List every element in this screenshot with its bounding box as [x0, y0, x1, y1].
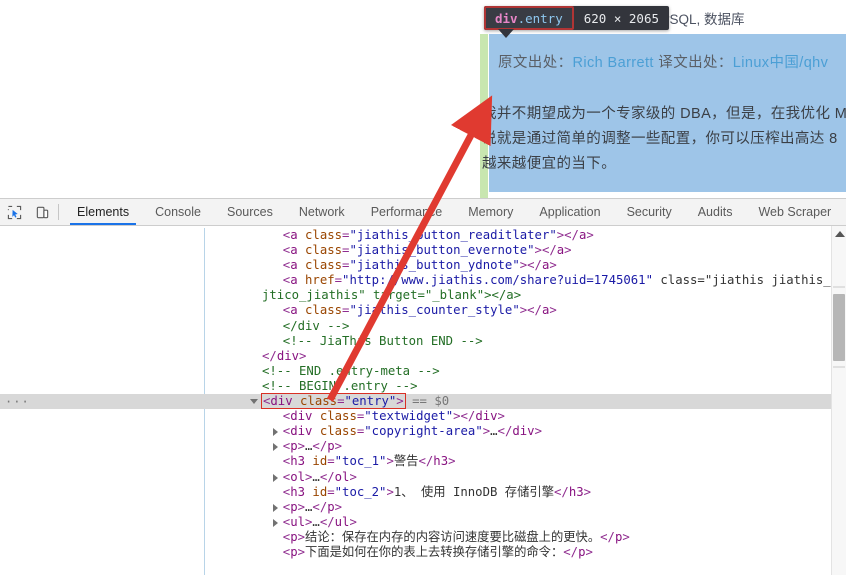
- devtools-panel: Elements Console Sources Network Performance…: [0, 198, 846, 575]
- expand-triangle-icon[interactable]: [272, 443, 278, 452]
- dom-node-row[interactable]: <div class="textwidget"></div>: [0, 409, 846, 424]
- meta-source-label: 原文出处：: [498, 55, 573, 71]
- dom-node-markup: <p>…</p>: [282, 499, 343, 514]
- device-toolbar-icon: [36, 206, 48, 218]
- dom-node-row[interactable]: <h3 id="toc_1">警告</h3>: [0, 454, 846, 469]
- dom-node-markup: <a class="jiathis_button_readitlater"></…: [282, 228, 594, 242]
- dom-node-row[interactable]: <p>…</p>: [0, 500, 846, 515]
- dom-node-row[interactable]: <p>结论：保存在内存的内容访问速度要比磁盘上的更快。</p>: [0, 530, 846, 545]
- article-body-line-1: 我并不期望成为一个专家级的 DBA，但是，在我优化 M: [482, 106, 846, 122]
- meta-translator-link[interactable]: Linux中国/qhv: [733, 55, 828, 71]
- dom-node-markup: <p>…</p>: [282, 439, 343, 454]
- dom-node-row[interactable]: <div class="copyright-area">…</div>: [0, 424, 846, 439]
- expand-triangle-icon[interactable]: [272, 473, 278, 482]
- dom-node-markup: <div class="textwidget"></div>: [282, 409, 505, 424]
- dom-node-markup: <h3 id="toc_2">1、 使用 InnoDB 存储引擎</h3>: [282, 484, 592, 499]
- collapse-triangle-icon[interactable]: [250, 399, 258, 405]
- tab-elements[interactable]: Elements: [64, 199, 142, 225]
- dom-node-row[interactable]: <!-- JiaThis Button END -->: [0, 334, 846, 349]
- dom-node-selected[interactable]: <div class="entry"> == $0 ···: [0, 393, 846, 410]
- dom-node-markup: <p>结论：保存在内存的内容访问速度要比磁盘上的更快。</p>: [282, 529, 630, 544]
- dom-node-markup: <!-- BEGIN .entry -->: [262, 378, 418, 393]
- dom-node-markup: <h3 id="toc_1">警告</h3>: [282, 454, 456, 469]
- expand-triangle-icon[interactable]: [272, 428, 278, 437]
- tab-web-scraper[interactable]: Web Scraper: [745, 199, 844, 225]
- dom-node-row[interactable]: <a class="jiathis_button_ydnote"></a>: [0, 258, 846, 273]
- node-overflow-menu[interactable]: ···: [5, 395, 30, 410]
- tab-sources[interactable]: Sources: [214, 199, 286, 225]
- devtools-tab-strip: Elements Console Sources Network Performance…: [64, 199, 844, 225]
- dom-node-row[interactable]: <a class="jiathis_button_readitlater"></…: [0, 228, 846, 243]
- inspector-tag-name: div: [495, 10, 518, 26]
- dom-node-markup: <p>下面是如何在你的表上去转换存储引擎的命令：</p>: [282, 544, 593, 559]
- dom-node-row[interactable]: <p>…</p>: [0, 439, 846, 454]
- inspector-badge-pointer: [498, 29, 514, 38]
- tab-application[interactable]: Application: [526, 199, 613, 225]
- dom-node-markup: <a class="jiathis_button_evernote"></a>: [282, 243, 572, 258]
- tab-audits[interactable]: Audits: [685, 199, 746, 225]
- inspect-element-button[interactable]: [0, 199, 28, 225]
- inspector-class-name: .entry: [517, 10, 563, 26]
- article-meta-line: 原文出处：Rich Barrett 译文出处：Linux中国/qhv: [498, 51, 828, 72]
- dom-node-row[interactable]: <a class="jiathis_button_evernote"></a>: [0, 243, 846, 258]
- dom-node-row[interactable]: <a class="jiathis_counter_style"></a>: [0, 303, 846, 318]
- scrollbar-thumb[interactable]: [833, 294, 845, 361]
- inspector-badge-selector: div .entry: [484, 6, 574, 30]
- dom-tree-scrollbar[interactable]: [831, 226, 846, 575]
- inspector-dimensions: 620 × 2065: [583, 10, 659, 26]
- dom-node-row[interactable]: <!-- BEGIN .entry -->: [0, 379, 846, 394]
- dom-node-row[interactable]: <a href="http://www.jiathis.com/share?ui…: [0, 273, 846, 288]
- scrollbar-tick: [833, 366, 845, 368]
- dom-node-markup: </div -->: [282, 318, 350, 333]
- dom-node-markup: <!-- END .entry-meta -->: [262, 363, 440, 378]
- tab-network[interactable]: Network: [286, 199, 358, 225]
- scrollbar-tick: [833, 286, 845, 288]
- dom-node-row[interactable]: <!-- END .entry-meta -->: [0, 364, 846, 379]
- dom-node-markup: <div class="entry"> == $0: [261, 393, 450, 410]
- tab-memory[interactable]: Memory: [455, 199, 526, 225]
- dom-node-row[interactable]: <p>下面是如何在你的表上去转换存储引擎的命令：</p>: [0, 545, 846, 560]
- inspector-badge: div .entry 620 × 2065: [484, 6, 669, 30]
- article-body-line-2: 说就是通过简单的调整一些配置，你可以压榨出高达 8: [482, 131, 838, 147]
- tab-performance[interactable]: Performance: [358, 199, 456, 225]
- article-body-line-3: 越来越便宜的当下。: [482, 156, 617, 172]
- scroll-up-arrow-icon[interactable]: [835, 231, 845, 237]
- meta-translation-label: 译文出处：: [653, 55, 733, 71]
- element-inspector-tooltip: div .entry 620 × 2065: [484, 6, 669, 38]
- expand-triangle-icon[interactable]: [272, 518, 278, 527]
- dom-node-markup: <ul>…</ul>: [282, 514, 357, 529]
- dom-node-markup: jtico_jiathis" target="_blank"></a>: [262, 288, 522, 303]
- cursor-select-icon: [7, 205, 21, 219]
- screenshot-root: 论 · MySQL, 数据库 原文出处：Rich Barrett 译文出处：Li…: [0, 0, 846, 575]
- toolbar-divider: [58, 204, 59, 220]
- dom-node-row[interactable]: <h3 id="toc_2">1、 使用 InnoDB 存储引擎</h3>: [0, 485, 846, 500]
- highlighted-element-region: 原文出处：Rich Barrett 译文出处：Linux中国/qhv 我并不期望…: [480, 34, 846, 198]
- dom-node-row[interactable]: <ul>…</ul>: [0, 515, 846, 530]
- dom-tree-view[interactable]: <a class="jiathis_button_readitlater"></…: [0, 226, 846, 575]
- tab-console[interactable]: Console: [142, 199, 214, 225]
- dom-node-row[interactable]: jtico_jiathis" target="_blank"></a>: [0, 288, 846, 303]
- toggle-device-toolbar-button[interactable]: [28, 199, 56, 225]
- webpage-viewport: 论 · MySQL, 数据库 原文出处：Rich Barrett 译文出处：Li…: [0, 0, 846, 198]
- dom-node-markup: <!-- JiaThis Button END -->: [282, 333, 483, 348]
- dom-node-markup: <ol>…</ol>: [282, 469, 357, 484]
- dom-node-markup: <a class="jiathis_counter_style"></a>: [282, 303, 557, 318]
- tab-security[interactable]: Security: [614, 199, 685, 225]
- dom-node-markup: </div>: [262, 348, 307, 363]
- dom-node-row[interactable]: <ol>…</ol>: [0, 470, 846, 485]
- meta-author-link[interactable]: Rich Barrett: [573, 55, 654, 71]
- dom-node-markup: <div class="copyright-area">…</div>: [282, 424, 542, 439]
- dom-node-row[interactable]: </div>: [0, 349, 846, 364]
- dom-node-markup: <a class="jiathis_button_ydnote"></a>: [282, 258, 557, 273]
- devtools-toolbar: Elements Console Sources Network Performance…: [0, 199, 846, 226]
- dom-node-markup: <a href="http://www.jiathis.com/share?ui…: [282, 273, 846, 288]
- dom-node-row[interactable]: </div -->: [0, 319, 846, 334]
- expand-triangle-icon[interactable]: [272, 503, 278, 512]
